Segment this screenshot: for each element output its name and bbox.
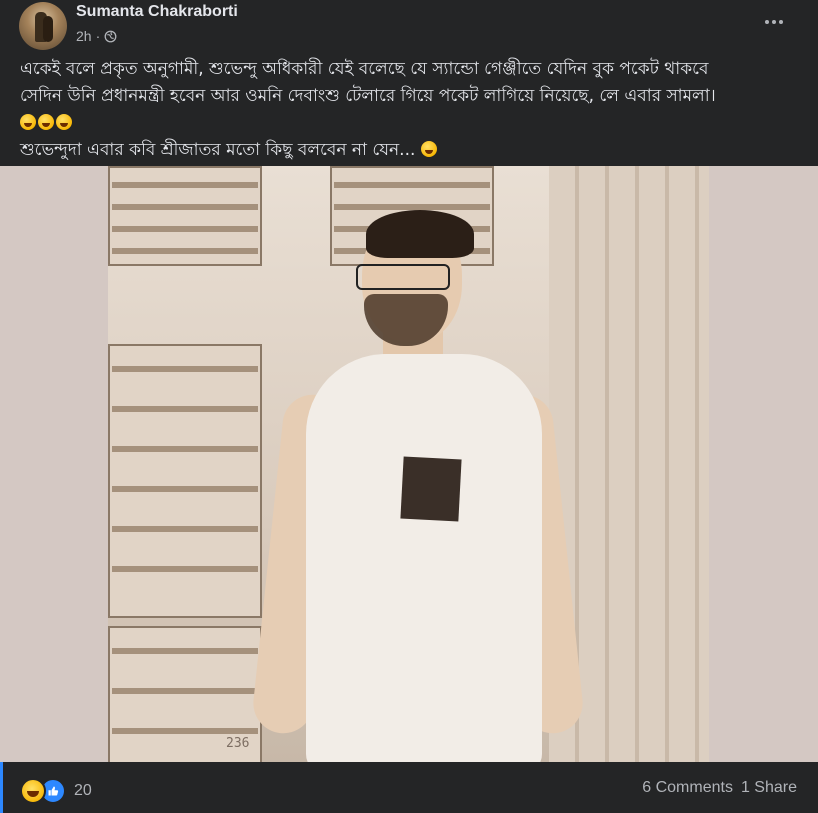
more-dot	[765, 20, 769, 24]
more-dot	[779, 20, 783, 24]
post-header: Sumanta Chakraborti 2h ·	[0, 0, 818, 54]
rofl-emoji-icon	[38, 114, 54, 130]
more-horizontal-icon[interactable]	[760, 10, 788, 34]
post-text-line-2: সেদিন উনি প্রধানমন্ত্রী হবেন আর ওমনি দেব…	[20, 86, 716, 106]
post-timestamp[interactable]: 2h	[76, 28, 92, 44]
window-shutter	[108, 166, 262, 266]
vest-pocket	[400, 456, 462, 522]
rofl-emoji-icon	[56, 114, 72, 130]
more-dot	[772, 20, 776, 24]
winking-tongue-emoji-icon	[420, 141, 437, 157]
author-name[interactable]: Sumanta Chakraborti	[76, 3, 238, 21]
avatar-figure-2	[43, 16, 53, 42]
post-body-text: একেই বলে প্রকৃত অনুগামী, শুভেন্দু অধিকার…	[20, 56, 810, 164]
shares-count-link[interactable]: 1 Share	[741, 779, 797, 797]
reaction-count: 20	[74, 782, 92, 799]
post-footer: 20 6 Comments 1 Share	[0, 762, 818, 813]
meta-separator: ·	[95, 28, 101, 44]
door-shutter	[108, 344, 262, 618]
white-vest	[306, 354, 542, 762]
globe-icon[interactable]	[104, 30, 117, 43]
facebook-post: Sumanta Chakraborti 2h · একেই বলে প্রকৃত…	[0, 0, 818, 813]
reaction-summary[interactable]: 20	[20, 778, 92, 804]
post-meta: 2h ·	[76, 28, 117, 44]
comments-count-link[interactable]: 6 Comments	[642, 779, 733, 797]
photo-watermark: 236	[226, 736, 250, 751]
rofl-emoji-icon	[20, 114, 36, 130]
post-text-line-3	[20, 110, 810, 137]
post-photo-frame[interactable]: 236	[0, 166, 818, 762]
person-hair	[366, 210, 474, 258]
author-avatar[interactable]	[19, 2, 67, 50]
haha-icon	[20, 778, 46, 804]
focus-indicator	[0, 762, 3, 813]
post-photo[interactable]: 236	[108, 166, 709, 762]
person-glasses	[356, 264, 450, 290]
post-text-line-1: একেই বলে প্রকৃত অনুগামী, শুভেন্দু অধিকার…	[20, 59, 709, 79]
post-stats: 6 Comments 1 Share	[642, 779, 797, 797]
post-text-line-4: শুভেন্দুদা এবার কবি শ্রীজাতর মতো কিছু বল…	[20, 137, 810, 164]
post-text-line-4-text: শুভেন্দুদা এবার কবি শ্রীজাতর মতো কিছু বল…	[20, 140, 421, 160]
